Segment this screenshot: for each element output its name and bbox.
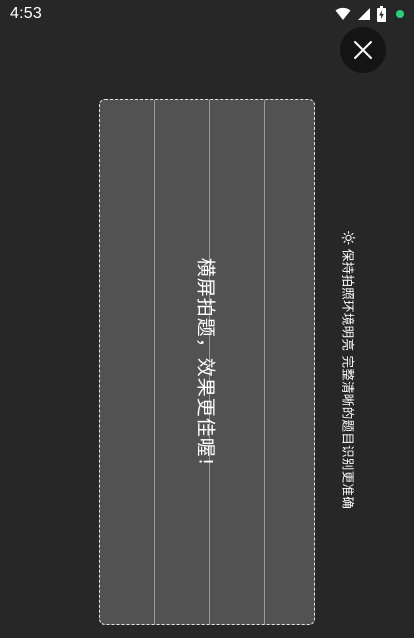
lighting-tip: 保持拍照环境明亮 完整清晰的题目识别更准确 (340, 231, 359, 509)
wifi-icon (335, 7, 351, 21)
grid-line (264, 100, 265, 624)
status-time: 4:53 (10, 5, 42, 22)
camera-screen: 4:53 横屏拍题，效果更佳喔! 保持拍照环境明亮 完整清晰的题目识别更准确 (0, 0, 414, 638)
status-bar: 4:53 (0, 0, 414, 30)
battery-charging-icon (377, 6, 386, 22)
grid-line (154, 100, 155, 624)
status-icons (335, 6, 404, 22)
sun-icon (342, 231, 356, 245)
lighting-tip-text: 保持拍照环境明亮 完整清晰的题目识别更准确 (340, 248, 356, 510)
notification-dot-icon (396, 10, 404, 18)
close-button[interactable] (340, 27, 386, 73)
landscape-hint: 横屏拍题，效果更佳喔! (194, 257, 217, 467)
close-icon (354, 41, 372, 59)
signal-icon (357, 7, 371, 21)
